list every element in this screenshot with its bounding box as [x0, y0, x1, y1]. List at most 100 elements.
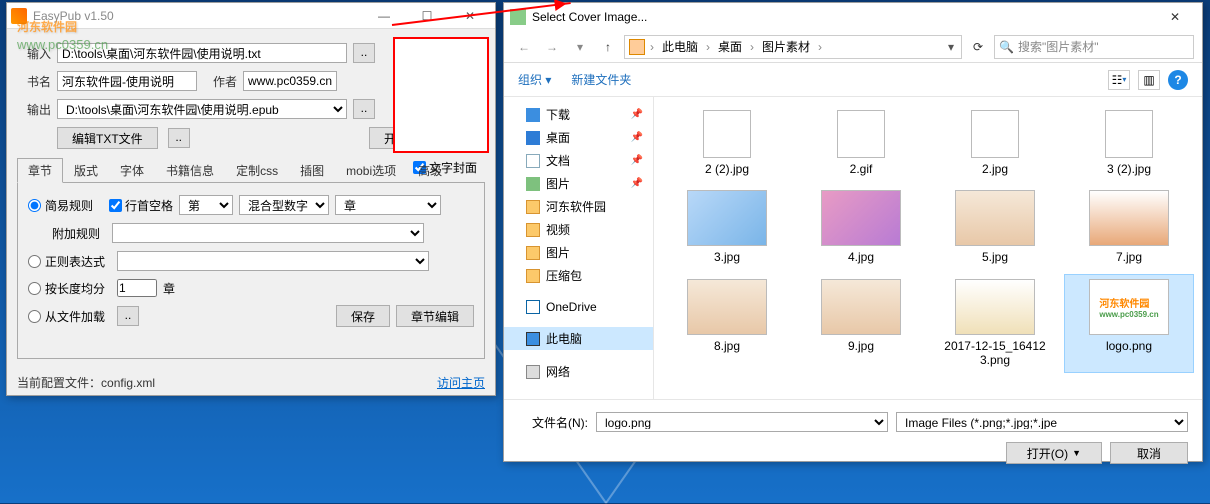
cover-preview[interactable] — [393, 37, 489, 153]
cancel-button[interactable]: 取消 — [1110, 442, 1188, 464]
file-list: 2 (2).jpg 2.gif 2.jpg3 (2).jpg 3.jpg 4.jpg5.… — [654, 97, 1202, 399]
open-button[interactable]: 打开(O) ▼ — [1006, 442, 1102, 464]
book-name-input[interactable] — [57, 71, 197, 91]
help-button[interactable]: ? — [1168, 70, 1188, 90]
thumbnail — [837, 110, 885, 158]
browse-input-button[interactable]: .. — [353, 43, 375, 63]
sidebar-item[interactable]: 压缩包 — [504, 264, 653, 287]
file-item[interactable]: 7.jpg — [1064, 185, 1194, 269]
thumbnail — [1089, 190, 1169, 246]
file-item[interactable]: 河东软件园www.pc0359.cnlogo.png — [1064, 274, 1194, 373]
titlebar: EasyPub v1.50 — ☐ ✕ — [7, 3, 495, 29]
pin-icon: 📌 — [631, 178, 643, 189]
tab-4[interactable]: 定制css — [225, 158, 289, 183]
output-path-select[interactable]: D:\tools\桌面\河东软件园\使用说明.epub — [57, 99, 347, 119]
from-file-browse-button[interactable]: .. — [117, 306, 139, 326]
extra-rule-select[interactable] — [112, 223, 424, 243]
breadcrumb[interactable]: ›此电脑 ›桌面 ›图片素材 › ▾ — [624, 35, 962, 59]
length-input[interactable] — [117, 279, 157, 297]
sidebar-item[interactable]: 图片📌 — [504, 172, 653, 195]
dialog-close-button[interactable]: ✕ — [1154, 4, 1196, 30]
line-space-checkbox[interactable]: 行首空格 — [109, 197, 173, 214]
tab-6[interactable]: mobi选项 — [335, 158, 407, 183]
tab-0[interactable]: 章节 — [17, 158, 63, 183]
thumbnail — [1105, 110, 1153, 158]
file-name: 2017-12-15_164123.png — [940, 339, 1050, 368]
file-name: 3.jpg — [714, 250, 740, 264]
forward-button[interactable]: → — [540, 35, 564, 59]
suffix-select[interactable]: 章 — [335, 195, 441, 215]
dialog-footer: 文件名(N): logo.png Image Files (*.png;*.jp… — [504, 399, 1202, 476]
view-mode-button[interactable]: ☷▾ — [1108, 70, 1130, 90]
sidebar-item[interactable]: 视频 — [504, 218, 653, 241]
file-item[interactable]: 3.jpg — [662, 185, 792, 269]
file-item[interactable]: 2.gif — [796, 105, 926, 181]
file-name: 2 (2).jpg — [705, 162, 749, 176]
regex-select[interactable] — [117, 251, 429, 271]
tab-5[interactable]: 插图 — [289, 158, 335, 183]
file-item[interactable]: 5.jpg — [930, 185, 1060, 269]
sidebar-onedrive[interactable]: OneDrive — [504, 297, 653, 317]
simple-rule-radio[interactable]: 简易规则 — [28, 197, 93, 214]
input-path[interactable] — [57, 43, 347, 63]
file-item[interactable]: 4.jpg — [796, 185, 926, 269]
tab-7[interactable]: 高级 — [407, 158, 453, 183]
file-name: 9.jpg — [848, 339, 874, 353]
pin-icon: 📌 — [631, 109, 643, 120]
sidebar-item[interactable]: 河东软件园 — [504, 195, 653, 218]
sidebar-item[interactable]: 桌面📌 — [504, 126, 653, 149]
maximize-button[interactable]: ☐ — [406, 4, 448, 28]
back-button[interactable]: ← — [512, 35, 536, 59]
edit-txt-button[interactable]: 编辑TXT文件 — [57, 127, 158, 149]
pin-icon: 📌 — [631, 132, 643, 143]
filetype-select[interactable]: Image Files (*.png;*.jpg;*.jpe — [896, 412, 1188, 432]
sidebar-item[interactable]: 图片 — [504, 241, 653, 264]
sidebar-item[interactable]: 文档📌 — [504, 149, 653, 172]
pin-icon: 📌 — [631, 155, 643, 166]
thumbnail — [821, 190, 901, 246]
number-type-select[interactable]: 混合型数字 — [239, 195, 329, 215]
recent-button[interactable]: ▾ — [568, 35, 592, 59]
file-item[interactable]: 3 (2).jpg — [1064, 105, 1194, 181]
save-button[interactable]: 保存 — [336, 305, 390, 327]
file-item[interactable]: 2017-12-15_164123.png — [930, 274, 1060, 373]
folder-icon — [526, 223, 540, 237]
edit-txt-aux-button[interactable]: .. — [168, 128, 190, 148]
regex-radio[interactable]: 正则表达式 — [28, 253, 105, 270]
file-dialog: Select Cover Image... ✕ ← → ▾ ↑ ›此电脑 ›桌面… — [503, 2, 1203, 462]
from-file-radio[interactable]: 从文件加载 — [28, 308, 105, 325]
prefix-select[interactable]: 第 — [179, 195, 233, 215]
homepage-link[interactable]: 访问主页 — [437, 374, 485, 391]
extra-rule-label: 附加规则 — [52, 225, 100, 242]
tab-1[interactable]: 版式 — [63, 158, 109, 183]
sidebar-network[interactable]: 网络 — [504, 360, 653, 383]
file-name: 8.jpg — [714, 339, 740, 353]
file-item[interactable]: 9.jpg — [796, 274, 926, 373]
up-button[interactable]: ↑ — [596, 35, 620, 59]
preview-pane-button[interactable]: ▥ — [1138, 70, 1160, 90]
browse-output-button[interactable]: .. — [353, 99, 375, 119]
chapter-edit-button[interactable]: 章节编辑 — [396, 305, 474, 327]
organize-menu[interactable]: 组织 ▾ — [518, 71, 551, 88]
file-item[interactable]: 2 (2).jpg — [662, 105, 792, 181]
refresh-button[interactable]: ⟳ — [966, 35, 990, 59]
toolbar: 组织 ▾ 新建文件夹 ☷▾ ▥ ? — [504, 63, 1202, 97]
file-name: 7.jpg — [1116, 250, 1142, 264]
tab-3[interactable]: 书籍信息 — [155, 158, 225, 183]
new-folder-button[interactable]: 新建文件夹 — [571, 71, 631, 88]
search-input[interactable]: 🔍搜索"图片素材" — [994, 35, 1194, 59]
thumbnail: 河东软件园www.pc0359.cn — [1089, 279, 1169, 335]
by-length-radio[interactable]: 按长度均分 — [28, 280, 105, 297]
sidebar-thispc[interactable]: 此电脑 — [504, 327, 653, 350]
tab-2[interactable]: 字体 — [109, 158, 155, 183]
thumbnail — [703, 110, 751, 158]
filename-input[interactable]: logo.png — [596, 412, 888, 432]
tab-panel-chapter: 简易规则 行首空格 第 混合型数字 章 附加规则 正则表达式 按长度均分 章 从… — [17, 183, 485, 359]
file-name: 2.gif — [850, 162, 873, 176]
author-input[interactable] — [243, 71, 337, 91]
thumbnail — [955, 279, 1035, 335]
sidebar-item[interactable]: 下载📌 — [504, 103, 653, 126]
file-item[interactable]: 8.jpg — [662, 274, 792, 373]
file-item[interactable]: 2.jpg — [930, 105, 1060, 181]
length-unit: 章 — [163, 280, 175, 297]
